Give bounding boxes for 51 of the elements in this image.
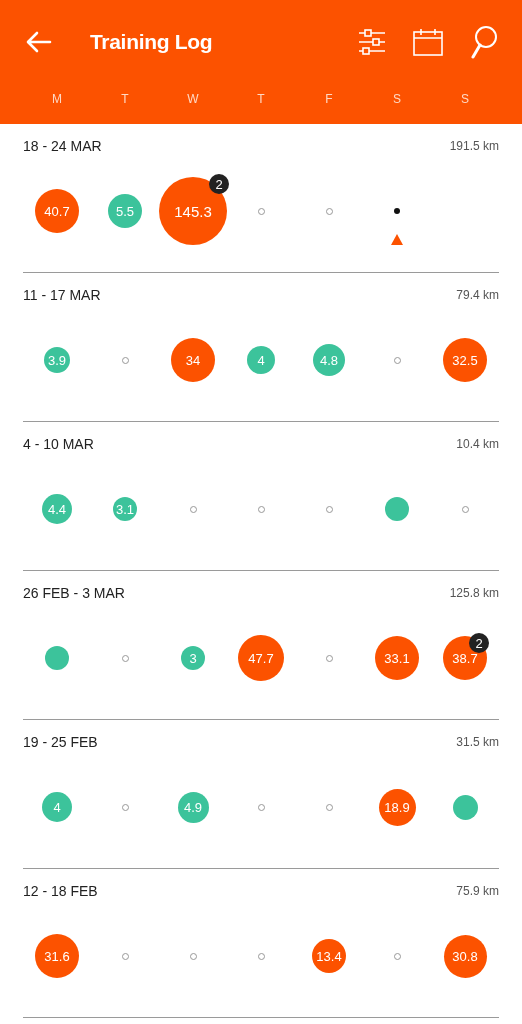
week-range: 4 - 10 MAR <box>23 436 94 452</box>
week-range: 18 - 24 MAR <box>23 138 102 154</box>
activity-bubble[interactable]: 3.9 <box>44 347 70 373</box>
activity-bubble[interactable]: 5.5 <box>108 194 142 228</box>
activity-bubble[interactable] <box>385 497 409 521</box>
week-total: 79.4 km <box>456 288 499 302</box>
run-bubble[interactable]: 13.4 <box>312 939 346 973</box>
activity-bubble[interactable]: 4.8 <box>313 344 345 376</box>
page-title: Training Log <box>90 30 214 54</box>
activity-bubble[interactable]: 3 <box>181 646 205 670</box>
activity-bubble[interactable]: 3.1 <box>113 497 137 521</box>
search-icon[interactable] <box>470 25 498 59</box>
week-range: 11 - 17 MAR <box>23 287 101 303</box>
activity-bubble[interactable]: 4.9 <box>177 791 209 823</box>
count-badge: 2 <box>209 174 229 194</box>
today-dot <box>394 208 400 214</box>
run-bubble[interactable]: 47.7 <box>238 635 284 681</box>
weekday-label: S <box>392 92 402 106</box>
count-badge: 2 <box>469 633 489 653</box>
weekday-label: W <box>186 92 200 106</box>
run-bubble[interactable]: 34 <box>171 338 215 382</box>
week-total: 191.5 km <box>449 139 499 153</box>
weekday-label: T <box>256 92 266 106</box>
activity-bubble[interactable]: 4 <box>42 792 72 822</box>
run-bubble[interactable]: 18.9 <box>378 788 416 826</box>
sliders-icon[interactable] <box>358 28 386 56</box>
calendar-icon[interactable] <box>412 28 444 56</box>
week-total: 10.4 km <box>456 437 499 451</box>
weekday-label: T <box>120 92 130 106</box>
week-total: 75.9 km <box>456 884 499 898</box>
triangle-icon <box>391 234 403 245</box>
activity-bubble[interactable] <box>45 646 69 670</box>
weekday-label: F <box>324 92 334 106</box>
activity-bubble[interactable]: 4.4 <box>42 494 72 524</box>
weekday-label: S <box>460 92 470 106</box>
weekday-label: M <box>51 92 63 106</box>
week-range: 26 FEB - 3 MAR <box>23 585 125 601</box>
week-range: 12 - 18 FEB <box>23 883 98 899</box>
week-range: 19 - 25 FEB <box>23 734 98 750</box>
run-bubble[interactable]: 33.1 <box>375 636 419 680</box>
run-bubble[interactable]: 31.6 <box>35 934 79 978</box>
week-total: 31.5 km <box>456 735 499 749</box>
run-bubble[interactable]: 32.5 <box>443 338 487 382</box>
run-bubble[interactable]: 30.8 <box>443 934 487 978</box>
week-total: 125.8 km <box>449 586 499 600</box>
back-icon[interactable] <box>26 31 52 53</box>
run-bubble[interactable]: 38.7 2 <box>443 636 487 680</box>
run-bubble[interactable]: 40.7 <box>35 189 79 233</box>
activity-bubble[interactable] <box>452 794 478 820</box>
activity-bubble[interactable]: 4 <box>247 346 275 374</box>
run-bubble[interactable]: 145.3 2 <box>159 177 227 245</box>
